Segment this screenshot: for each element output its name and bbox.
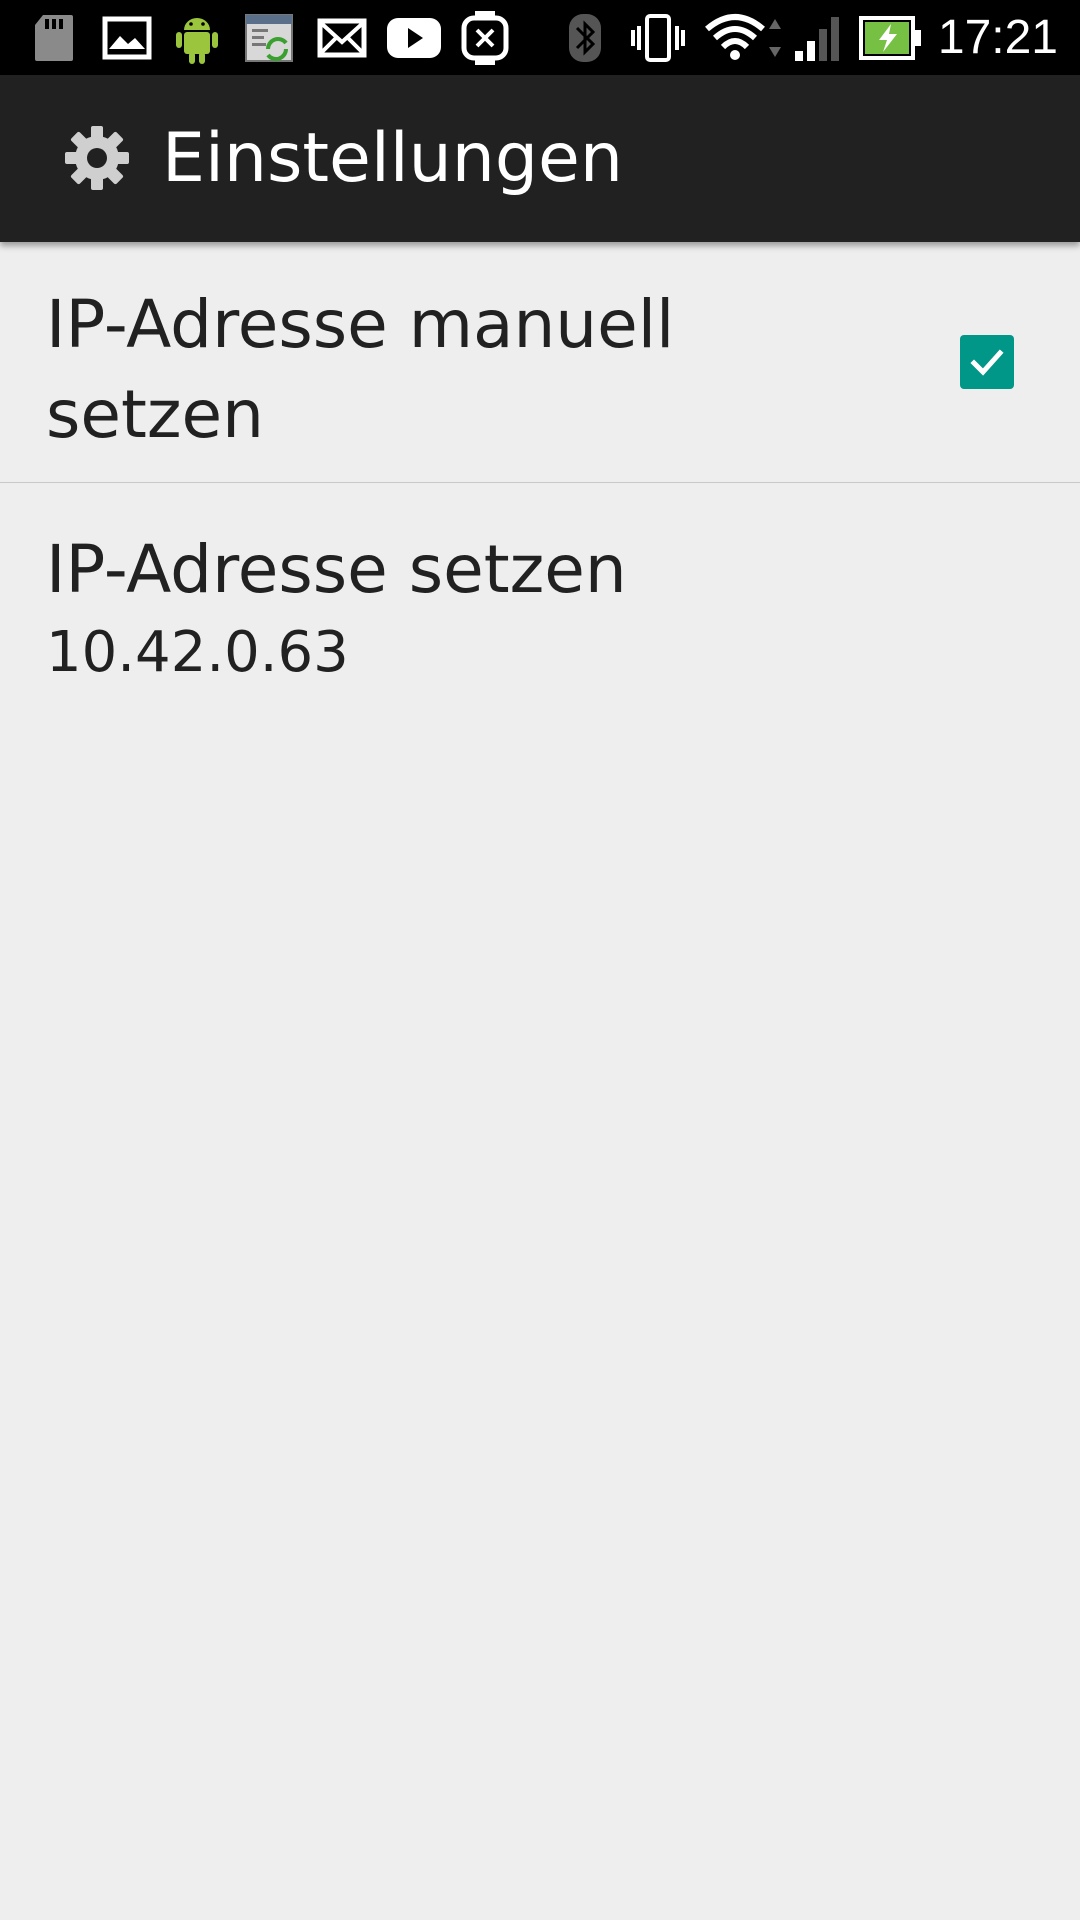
mail-icon: [315, 10, 369, 66]
pref-manual-ip-title: IP-Adresse manuell setzen: [46, 286, 675, 453]
android-icon: [170, 10, 224, 66]
watch-icon: [458, 10, 512, 66]
status-bar: 17:21: [0, 0, 1080, 75]
settings-gear-icon[interactable]: [62, 123, 132, 193]
bluetooth-icon: [565, 10, 605, 66]
page-title: Einstellungen: [162, 119, 623, 198]
manual-ip-checkbox[interactable]: [960, 335, 1014, 389]
sync-app-icon: [242, 10, 296, 66]
battery-charging-icon: [858, 10, 924, 66]
vibrate-icon: [628, 10, 688, 66]
pref-ip-address-value: 10.42.0.63: [46, 620, 349, 685]
pref-ip-address-title: IP-Adresse setzen: [46, 531, 627, 608]
gallery-icon: [100, 10, 154, 66]
pref-manual-ip-toggle[interactable]: IP-Adresse manuell setzen: [0, 242, 1080, 482]
check-icon: [970, 349, 1004, 376]
wifi-icon: [702, 10, 788, 66]
sd-card-icon: [30, 10, 78, 66]
signal-icon: [790, 10, 846, 66]
youtube-icon: [385, 10, 443, 66]
pref-ip-address[interactable]: IP-Adresse setzen 10.42.0.63: [0, 483, 1080, 713]
status-bar-time: 17:21: [937, 11, 1058, 64]
action-bar: Einstellungen: [0, 75, 1080, 242]
